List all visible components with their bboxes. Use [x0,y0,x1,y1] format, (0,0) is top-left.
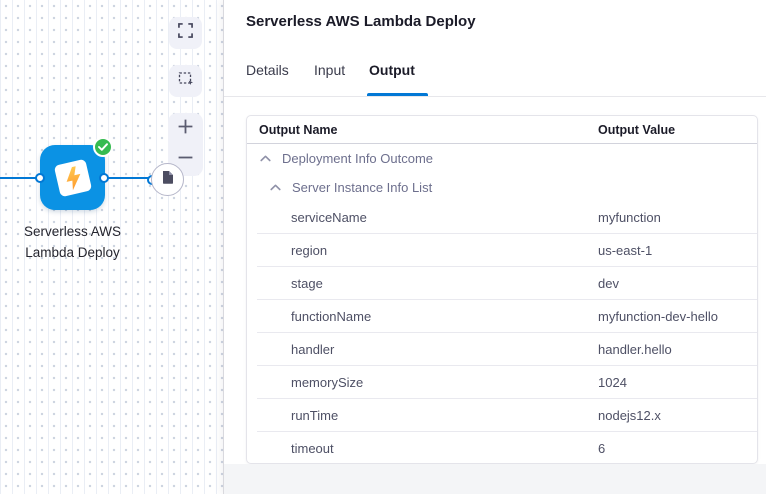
document-icon [162,170,174,189]
table-header: Output Name Output Value [247,116,757,143]
lambda-icon [53,158,91,196]
output-value: myfunction [598,210,661,225]
zoom-in-button[interactable] [168,113,203,145]
group-label: Server Instance Info List [292,180,432,195]
output-value: 1024 [598,375,627,390]
node-port-out[interactable] [99,173,109,183]
output-name: functionName [291,309,598,324]
chevron-up-icon[interactable] [260,155,271,162]
table-row: region us-east-1 [247,234,757,267]
output-table: Output Name Output Value Deployment Info… [246,115,758,464]
table-row: serviceName myfunction [247,201,757,234]
group-row-server-instance-list[interactable]: Server Instance Info List [247,173,757,202]
tab-details[interactable]: Details [246,62,289,78]
table-row: memorySize 1024 [247,366,757,399]
output-value: us-east-1 [598,243,652,258]
panel-title: Serverless AWS Lambda Deploy [246,13,476,30]
table-rows: serviceName myfunction region us-east-1 … [247,201,757,465]
node-label: Serverless AWS Lambda Deploy [0,221,153,263]
table-row: timeout 6 [247,432,757,465]
success-badge [93,137,113,157]
next-step-node[interactable] [151,163,184,196]
group-label: Deployment Info Outcome [282,151,433,166]
table-row: functionName myfunction-dev-hello [247,300,757,333]
output-value: myfunction-dev-hello [598,309,718,324]
output-name: handler [291,342,598,357]
output-name: region [291,243,598,258]
panel-footer-background [224,464,766,494]
tabbar-divider [224,96,766,97]
table-row: runTime nodejs12.x [247,399,757,432]
column-header-output-name: Output Name [259,123,337,137]
table-row: handler handler.hello [247,333,757,366]
table-row: stage dev [247,267,757,300]
edge-incoming [0,177,37,179]
tab-output[interactable]: Output [369,62,415,78]
output-name: serviceName [291,210,598,225]
output-name: runTime [291,408,598,423]
output-value: dev [598,276,619,291]
output-value: nodejs12.x [598,408,661,423]
step-details-panel: Serverless AWS Lambda Deploy Details Inp… [223,0,766,494]
group-row-deployment-info[interactable]: Deployment Info Outcome [247,144,757,173]
pipeline-canvas[interactable]: Serverless AWS Lambda Deploy [0,0,223,494]
check-icon [98,138,108,156]
fullscreen-button[interactable] [169,17,202,49]
output-value: 6 [598,441,605,456]
output-name: memorySize [291,375,598,390]
marquee-select-button[interactable] [169,65,202,97]
chevron-up-icon[interactable] [270,184,281,191]
fullscreen-icon [178,23,193,43]
marquee-select-icon [178,71,194,92]
output-name: timeout [291,441,598,456]
app-window: Serverless AWS Lambda Deploy Serverless … [0,0,766,494]
step-node-serverless-lambda[interactable] [40,145,105,210]
tab-input[interactable]: Input [314,62,345,78]
node-port-in[interactable] [35,173,45,183]
output-value: handler.hello [598,342,672,357]
column-header-output-value: Output Value [598,123,675,137]
plus-icon [177,118,194,140]
output-name: stage [291,276,598,291]
